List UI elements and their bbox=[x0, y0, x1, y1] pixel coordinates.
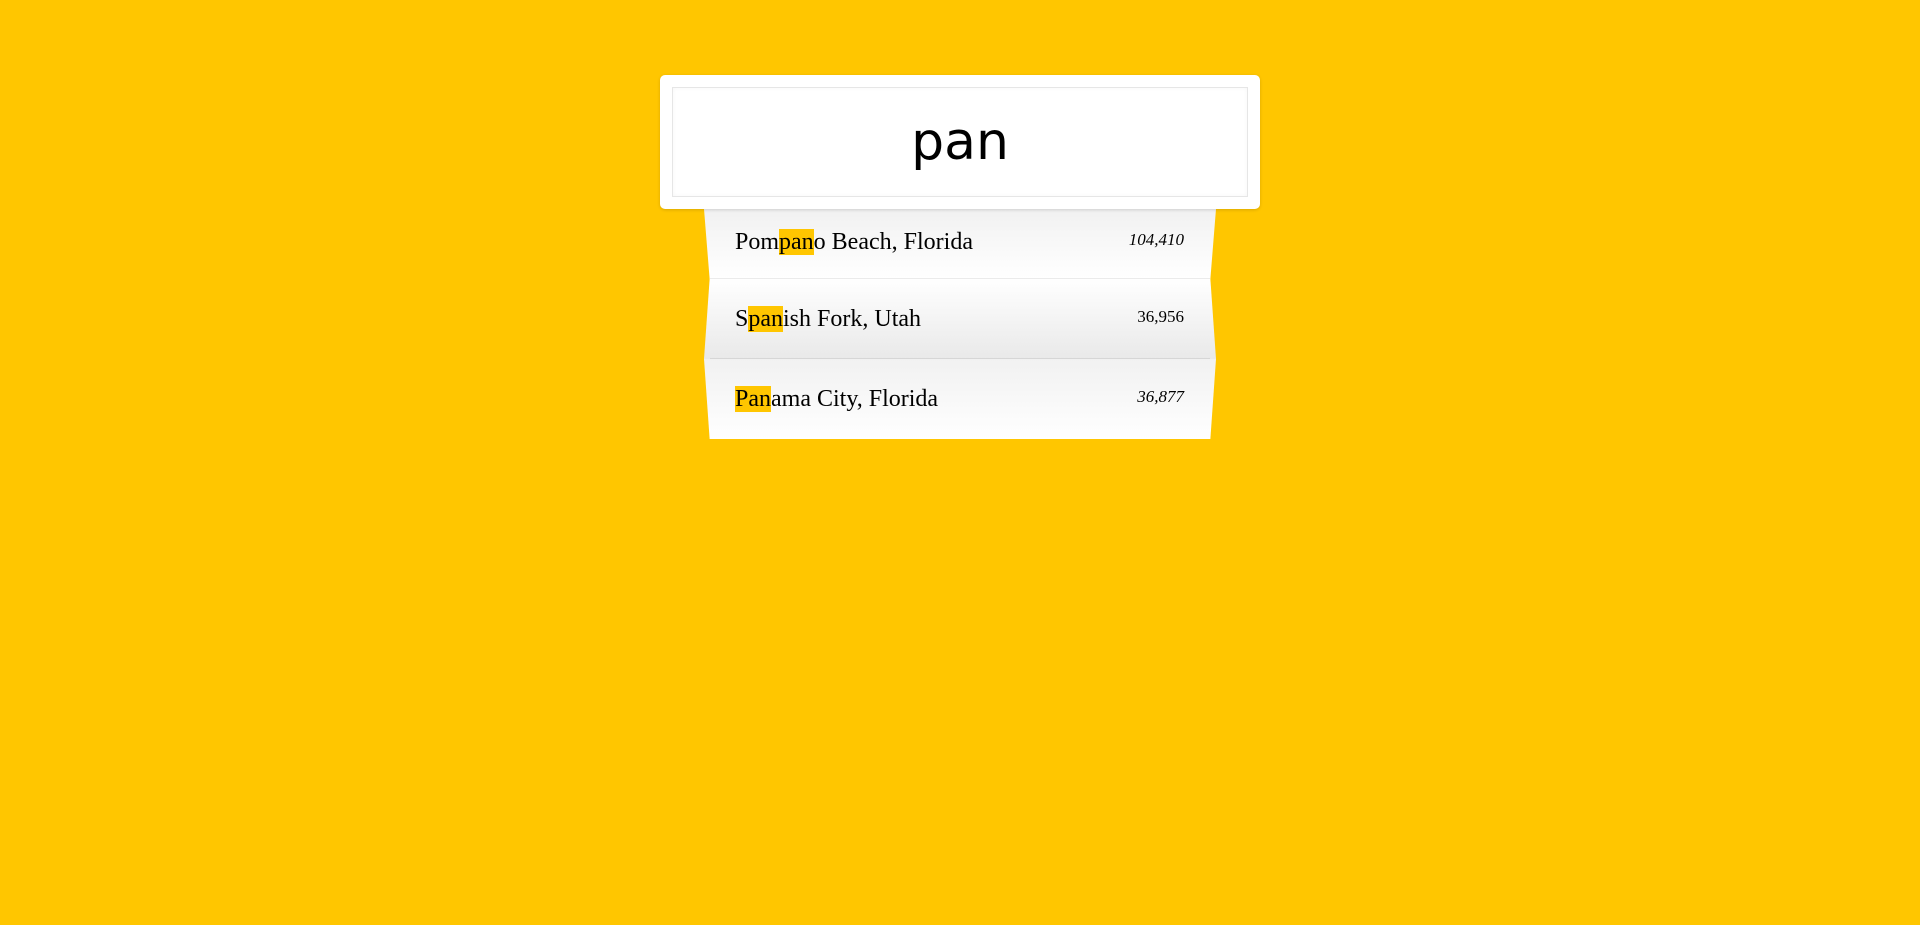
search-form bbox=[660, 75, 1260, 209]
match-highlight: pan bbox=[779, 228, 814, 255]
population-count: 36,956 bbox=[1137, 307, 1184, 326]
match-highlight: pan bbox=[748, 305, 784, 332]
name-suffix: ish Fork, Utah bbox=[783, 305, 922, 332]
name-prefix: Pom bbox=[735, 228, 780, 255]
suggestion-item[interactable]: Spanish Fork, Utah 36,956 bbox=[704, 279, 1216, 359]
suggestion-divider bbox=[710, 358, 1210, 359]
match-highlight: Pan bbox=[735, 385, 771, 412]
search-input[interactable] bbox=[672, 87, 1248, 197]
city-name: Pompano Beach, Florida bbox=[735, 228, 973, 256]
population-count: 104,410 bbox=[1128, 230, 1184, 249]
name-prefix: S bbox=[735, 305, 749, 332]
name-suffix: o Beach, Florida bbox=[813, 228, 973, 255]
city-name: Panama City, Florida bbox=[735, 385, 939, 413]
city-name: Spanish Fork, Utah bbox=[735, 305, 922, 333]
suggestion-item[interactable]: Pompano Beach, Florida 104,410 bbox=[704, 209, 1216, 279]
suggestion-divider bbox=[710, 278, 1210, 279]
population-count: 36,877 bbox=[1137, 387, 1184, 406]
suggestion-item[interactable]: Panama City, Florida 36,877 bbox=[704, 359, 1216, 439]
suggestions-list: Pompano Beach, Florida 104,410 Spanish F… bbox=[704, 209, 1216, 439]
name-suffix: ama City, Florida bbox=[771, 385, 939, 412]
